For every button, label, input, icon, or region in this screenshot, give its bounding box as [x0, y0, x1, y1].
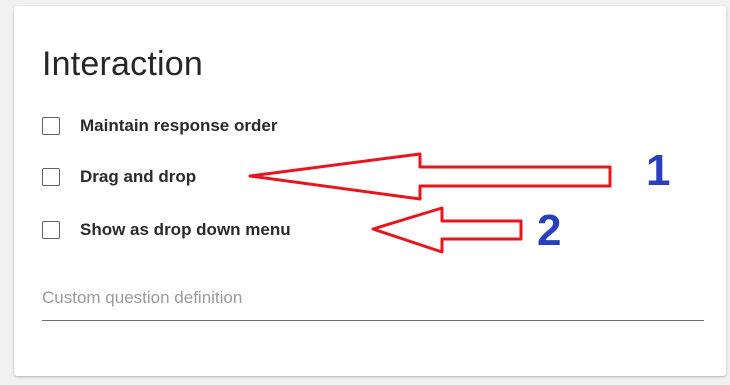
section-title: Interaction — [42, 45, 203, 83]
screenshot-stage: Interaction Maintain response order Drag… — [0, 0, 730, 385]
maintain-response-order-checkbox[interactable] — [42, 117, 60, 135]
custom-question-definition-field — [42, 284, 704, 321]
show-as-drop-down-menu-checkbox[interactable] — [42, 221, 60, 239]
maintain-response-order-label: Maintain response order — [80, 116, 278, 135]
option-maintain-response-order[interactable]: Maintain response order — [42, 114, 277, 138]
option-show-as-drop-down-menu[interactable]: Show as drop down menu — [42, 218, 291, 242]
option-drag-and-drop[interactable]: Drag and drop — [42, 165, 196, 189]
show-as-drop-down-menu-label: Show as drop down menu — [80, 220, 291, 239]
drag-and-drop-label: Drag and drop — [80, 167, 197, 186]
interaction-settings-card: Interaction Maintain response order Drag… — [14, 6, 726, 376]
drag-and-drop-checkbox[interactable] — [42, 168, 60, 186]
custom-question-definition-input[interactable] — [42, 284, 704, 321]
